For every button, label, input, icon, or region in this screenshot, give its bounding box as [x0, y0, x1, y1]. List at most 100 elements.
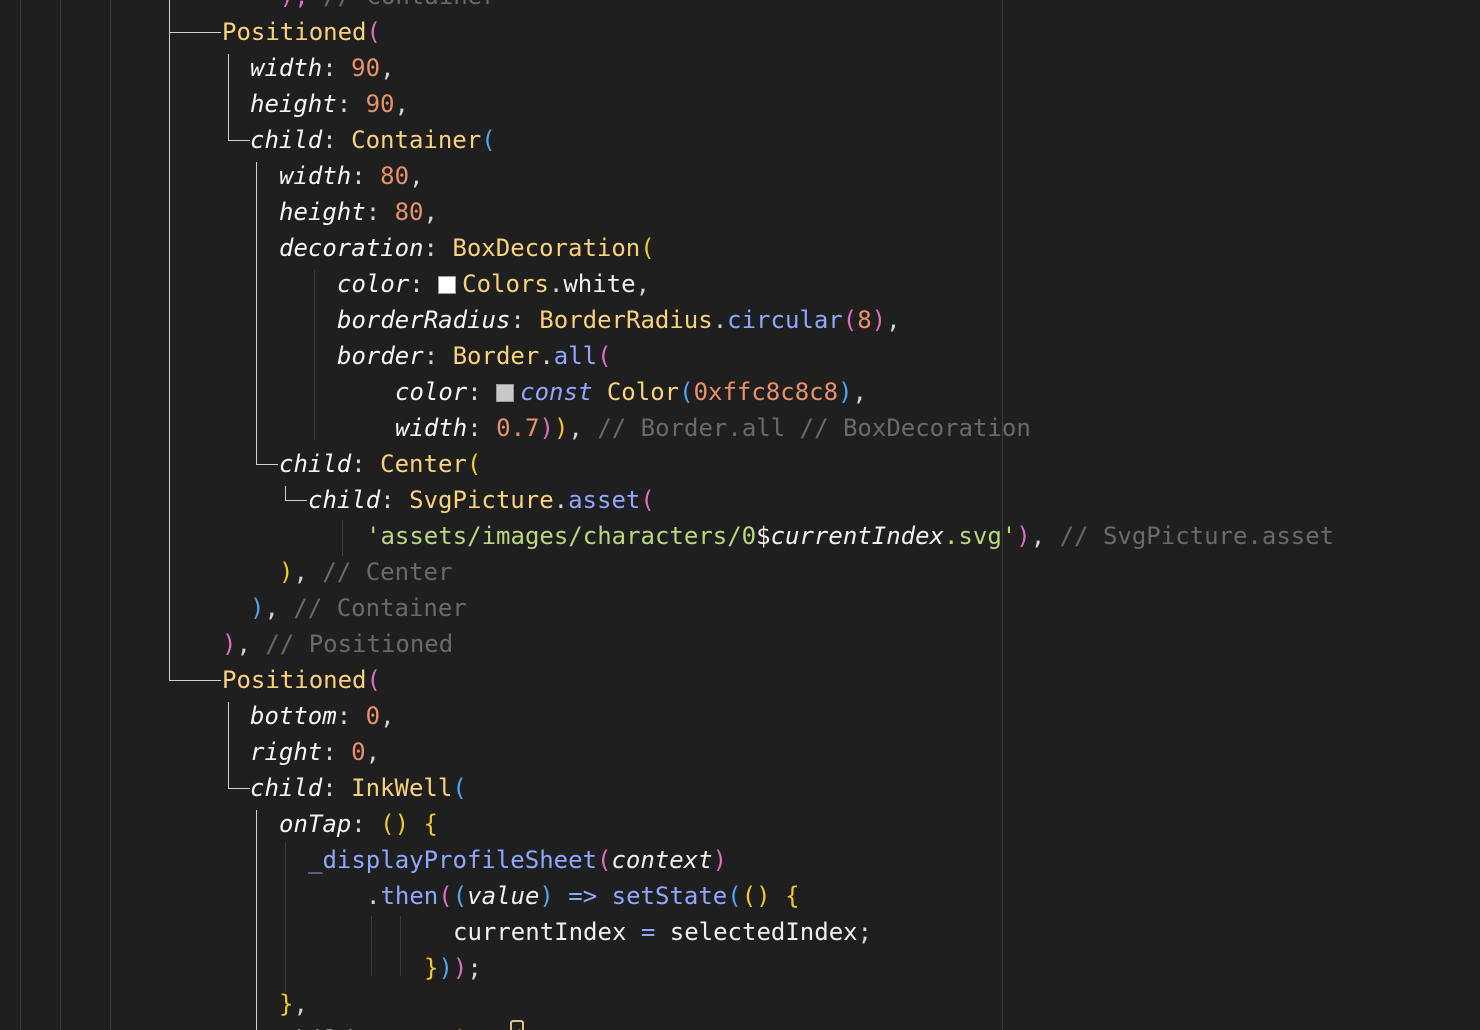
tree-branch	[228, 140, 250, 141]
code-line[interactable]: currentIndex = selectedIndex;	[453, 914, 872, 950]
code-token: white	[563, 270, 636, 298]
tree-branch	[169, 32, 221, 33]
code-token: _displayProfileSheet	[308, 846, 597, 874]
code-line[interactable]: child: Container(	[279, 1022, 525, 1030]
code-token: ),	[280, 0, 323, 10]
code-token: :	[423, 342, 453, 370]
code-token: // Container	[323, 0, 496, 10]
tree-line	[169, 0, 170, 680]
code-line[interactable]: height: 80,	[279, 194, 438, 230]
code-token: 0.7	[496, 414, 540, 442]
code-line[interactable]: },	[279, 986, 308, 1022]
code-token: )	[452, 954, 468, 982]
code-line[interactable]: 'assets/images/characters/0$currentIndex…	[366, 518, 1334, 554]
code-token: ,	[423, 198, 438, 226]
lightbulb-icon[interactable]	[510, 1020, 524, 1030]
code-line[interactable]: ), // Center	[279, 554, 452, 590]
code-line[interactable]: width: 90,	[250, 50, 395, 86]
code-token: InkWell	[351, 774, 453, 802]
code-token: color	[395, 378, 468, 406]
code-token: (	[366, 666, 381, 694]
code-line[interactable]: child: InkWell(	[250, 770, 467, 806]
code-token: width	[250, 54, 323, 82]
code-token: decoration	[279, 234, 424, 262]
color-swatch-icon[interactable]	[438, 276, 457, 294]
code-line[interactable]: width: 0.7)), // Border.all // BoxDecora…	[395, 410, 1031, 446]
code-line[interactable]: color: Colors.white,	[337, 266, 650, 302]
code-line[interactable]: child: Center(	[279, 446, 481, 482]
code-token: (	[466, 450, 482, 478]
code-token: 'assets/images/characters/0	[366, 522, 757, 550]
tree-line	[285, 486, 286, 500]
code-token: )	[838, 378, 853, 406]
code-token: border	[337, 342, 424, 370]
code-token: (	[727, 882, 742, 910]
code-token: )	[438, 954, 453, 982]
code-line[interactable]: bottom: 0,	[250, 698, 395, 734]
tree-line	[228, 54, 229, 140]
code-token: )	[1016, 522, 1031, 550]
code-line[interactable]: borderRadius: BorderRadius.circular(8),	[337, 302, 901, 338]
code-token: :	[365, 198, 395, 226]
code-token: BoxDecoration	[452, 234, 641, 262]
code-token: .svg'	[943, 522, 1017, 550]
code-line[interactable]: height: 90,	[250, 86, 409, 122]
code-token: ,	[380, 54, 395, 82]
code-line[interactable]: right: 0,	[250, 734, 380, 770]
code-token: // Border.all // BoxDecoration	[597, 414, 1031, 442]
code-token: width	[395, 414, 468, 442]
code-token: const	[520, 378, 607, 406]
code-line[interactable]: .then((value) => setState(() {	[366, 878, 800, 914]
code-line[interactable]: ), // Container	[250, 590, 467, 626]
code-token: :	[351, 162, 381, 190]
code-token: // Positioned	[265, 630, 454, 658]
code-line[interactable]: decoration: BoxDecoration(	[279, 230, 655, 266]
code-line[interactable]: ), // Positioned	[222, 626, 453, 662]
code-token: width	[279, 162, 352, 190]
code-line[interactable]: ), // Container	[222, 0, 497, 14]
code-line[interactable]: child: SvgPicture.asset(	[308, 482, 655, 518]
tree-line	[256, 162, 257, 464]
code-token: :	[336, 702, 366, 730]
code-line[interactable]: Positioned(	[222, 14, 381, 50]
code-token: all	[553, 342, 598, 370]
code-token: circular	[727, 306, 843, 334]
code-token: (	[452, 774, 467, 802]
code-token: )	[250, 594, 265, 622]
code-token: height	[250, 90, 337, 118]
code-token: Colors	[462, 270, 549, 298]
vertical-ruler	[1002, 0, 1003, 1030]
code-token: :	[351, 810, 381, 838]
code-line[interactable]: border: Border.all(	[337, 338, 612, 374]
code-token: Center	[380, 450, 467, 478]
code-line[interactable]: width: 80,	[279, 158, 424, 194]
code-token: (	[438, 882, 453, 910]
code-token: (	[452, 882, 468, 910]
code-editor[interactable]: ), // ContainerPositioned(width: 90,heig…	[0, 0, 1480, 1030]
code-line[interactable]: onTap: () {	[279, 806, 438, 842]
code-token: then	[380, 882, 439, 910]
code-token: (	[640, 234, 655, 262]
tree-branch	[285, 500, 307, 501]
code-token: // Center	[322, 558, 453, 586]
code-token: currentIndex	[770, 522, 944, 550]
code-token: ;	[857, 918, 873, 946]
code-token: {	[423, 810, 438, 838]
code-line[interactable]: _displayProfileSheet(context)	[308, 842, 727, 878]
code-token: :	[322, 738, 352, 766]
code-token: .	[366, 882, 381, 910]
code-token: :	[336, 90, 366, 118]
code-token: )	[222, 630, 237, 658]
code-token: :	[409, 270, 439, 298]
code-token: .	[553, 486, 569, 514]
color-swatch-icon[interactable]	[496, 384, 515, 402]
code-token: :	[351, 1026, 380, 1030]
code-line[interactable]: Positioned(	[222, 662, 381, 698]
code-token: (	[597, 342, 612, 370]
code-token: child	[250, 126, 323, 154]
indent-guide	[20, 0, 21, 1030]
code-line[interactable]: }));	[424, 950, 482, 986]
code-line[interactable]: child: Container(	[250, 122, 496, 158]
code-line[interactable]: color: const Color(0xffc8c8c8),	[395, 374, 867, 410]
